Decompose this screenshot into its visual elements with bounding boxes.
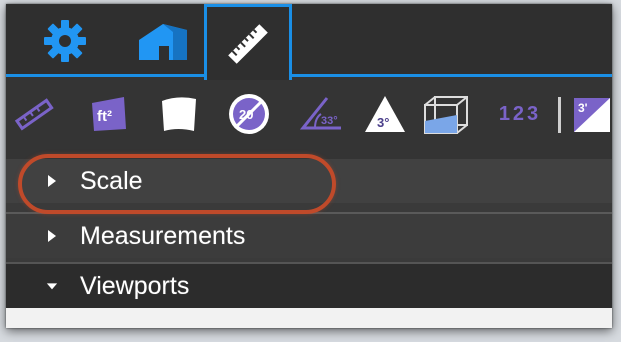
app-frame: ft² 20 33° 3° 123 3' Scale Measurements … <box>6 4 612 328</box>
diameter-label: 20 <box>239 107 253 122</box>
caret-right-icon <box>46 228 58 244</box>
tab-settings[interactable] <box>30 4 100 77</box>
section-measurements-label: Measurements <box>80 221 246 250</box>
building-icon <box>139 23 187 60</box>
gear-icon <box>44 19 86 62</box>
area-sqft-icon: ft² <box>92 97 126 131</box>
dimension-label: 3' <box>578 101 588 115</box>
toolbar-separator <box>558 97 561 133</box>
area-sqft-label: ft² <box>97 108 112 125</box>
tool-area-sqft[interactable]: ft² <box>86 89 132 139</box>
triangle-label: 3° <box>377 115 389 130</box>
angle-label: 33° <box>321 115 338 127</box>
ruler-diagonal-icon <box>14 98 54 131</box>
caret-down-icon <box>46 278 58 294</box>
section-viewports[interactable]: Viewports <box>6 262 612 308</box>
cube-volume-icon <box>424 96 468 134</box>
shape-icon <box>162 97 196 131</box>
angle-icon: 33° <box>299 97 341 130</box>
section-scale-label: Scale <box>80 166 143 195</box>
triangle-angle-icon: 3° <box>365 96 405 132</box>
section-divider <box>6 203 612 212</box>
caret-right-icon <box>46 173 58 189</box>
diameter-circle-icon: 20 <box>229 94 269 134</box>
tool-volume[interactable] <box>420 89 474 139</box>
section-viewports-label: Viewports <box>80 271 190 300</box>
toolbar: ft² 20 33° 3° 123 3' <box>6 77 612 159</box>
tool-count[interactable]: 123 <box>490 89 550 139</box>
tool-diameter[interactable]: 20 <box>224 89 274 139</box>
tool-linear-measure[interactable] <box>12 89 56 139</box>
tab-measure[interactable] <box>204 4 292 80</box>
ruler-icon <box>228 23 268 64</box>
count-label: 123 <box>498 102 542 125</box>
tab-bar <box>6 4 612 80</box>
tab-layout[interactable] <box>122 4 204 77</box>
section-measurements[interactable]: Measurements <box>6 212 612 258</box>
tool-dimension[interactable]: 3' <box>568 89 612 139</box>
dimension-icon: 3' <box>574 98 610 132</box>
section-scale[interactable]: Scale <box>6 159 612 203</box>
viewports-content <box>6 308 612 328</box>
tool-shape-area[interactable] <box>156 89 202 139</box>
tool-angle[interactable]: 33° <box>296 89 348 139</box>
tool-triangle[interactable]: 3° <box>362 89 408 139</box>
